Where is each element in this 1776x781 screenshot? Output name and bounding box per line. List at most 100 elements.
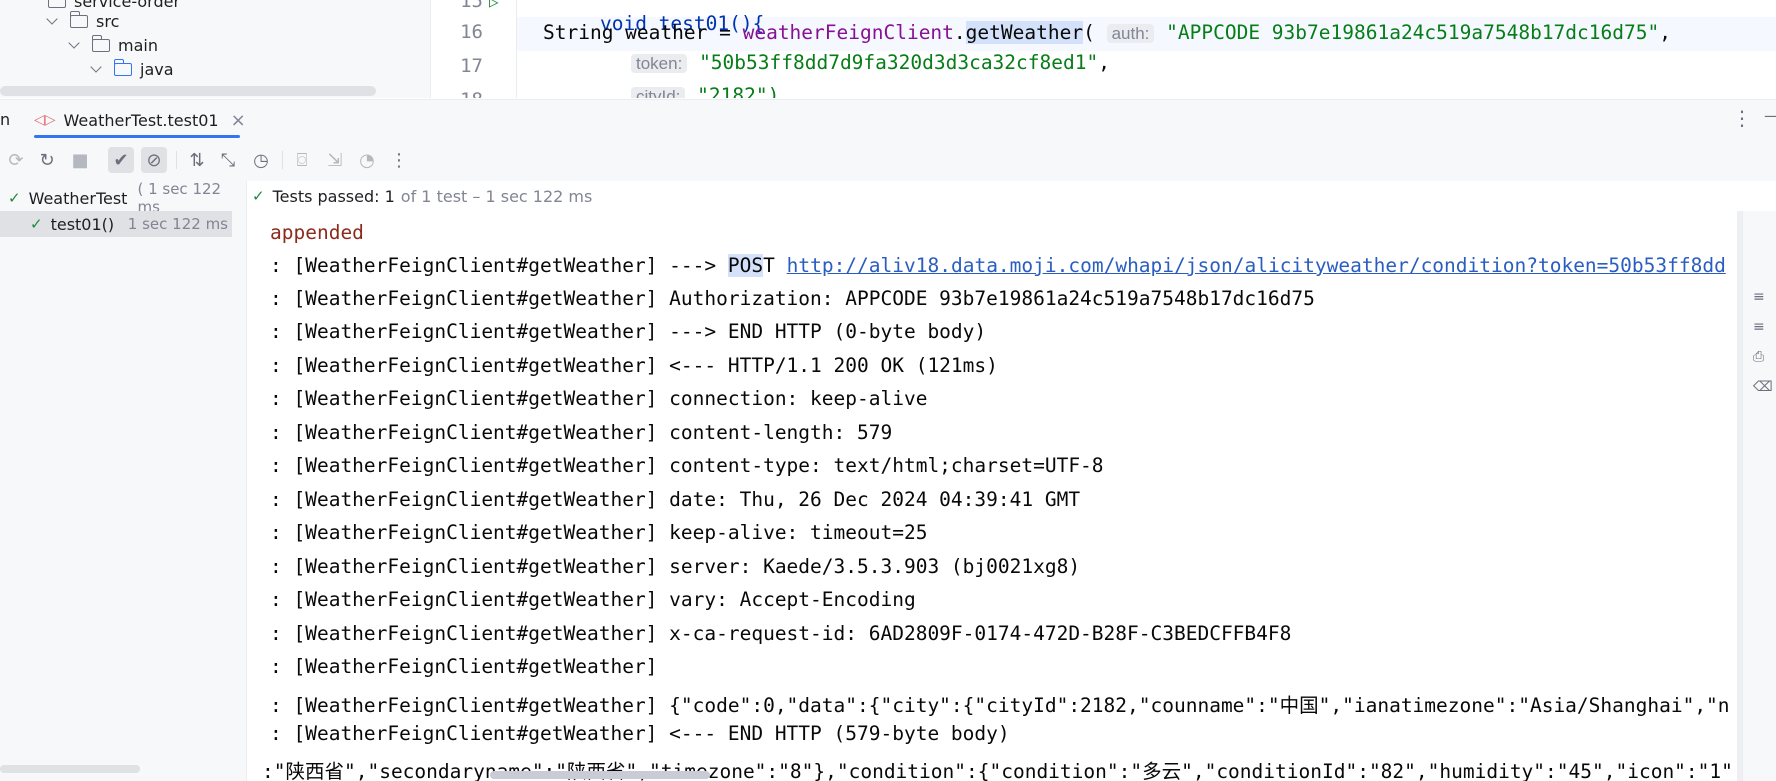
code-line-16: String weather = weatherFeignClient.getW… — [543, 21, 1671, 44]
search-highlight: POS — [727, 254, 764, 277]
test-results-tree: ✓ WeatherTest ( 1 sec 122 ms ✓ test01() … — [0, 180, 247, 781]
console-line: : [WeatherFeignClient#getWeather] server… — [270, 555, 1081, 578]
console-line: : [WeatherFeignClient#getWeather] vary: … — [270, 588, 916, 611]
string-literal: "2182") — [697, 84, 780, 98]
code-line-18: cityId: "2182") — [631, 84, 779, 98]
export-icon[interactable]: ⇲ — [322, 147, 348, 173]
console-line-partial: :"陕西省","secondaryname":"陕西省","timezone":… — [262, 760, 1733, 781]
console-line: : [WeatherFeignClient#getWeather] {"code… — [270, 694, 1730, 717]
test-tree-item-weathertest[interactable]: ✓ WeatherTest ( 1 sec 122 ms — [0, 180, 232, 216]
run-tool-window-header: n ◁▷ WeatherTest.test01 × ⋮ — — [0, 99, 1776, 140]
rerun-icon[interactable]: ⟳ — [3, 147, 29, 173]
test-config-icon: ◁▷ — [34, 112, 56, 128]
test-status-bar: ✓ Tests passed: 1 of 1 test – 1 sec 122 … — [252, 181, 592, 211]
tab-label: WeatherTest.test01 — [63, 110, 219, 130]
console-line: : [WeatherFeignClient#getWeather] conten… — [270, 421, 893, 444]
toolbar-separator — [176, 151, 177, 169]
status-summary: Tests passed: 1 — [272, 186, 395, 206]
parameter-hint: cityId: — [631, 87, 686, 98]
string-literal: "APPCODE 93b7e19861a24c519a7548b17dc16d7… — [1166, 21, 1660, 44]
test-name: WeatherTest — [28, 188, 128, 208]
source-folder-icon — [113, 58, 132, 76]
console-text: T — [763, 254, 775, 277]
test-name: test01() — [50, 214, 115, 234]
console-line: : [WeatherFeignClient#getWeather] <--- E… — [270, 722, 1010, 745]
passed-check-icon: ✓ — [30, 215, 43, 233]
tree-item-label: src — [96, 11, 120, 31]
status-detail: of 1 test – 1 sec 122 ms — [400, 186, 593, 206]
code-line-17: token: "50b53ff8dd7d9fa320d3d3ca32cf8ed1… — [631, 51, 1110, 74]
passed-check-icon: ✓ — [252, 187, 265, 205]
tab-weathertest-test01[interactable]: ◁▷ WeatherTest.test01 × — [34, 100, 246, 140]
console-line: : [WeatherFeignClient#getWeather] connec… — [270, 387, 928, 410]
tree-item-label: main — [118, 35, 158, 55]
console-text: : [WeatherFeignClient#getWeather] ---> — [270, 254, 728, 277]
chevron-down-icon[interactable] — [68, 36, 80, 49]
more-options-icon[interactable]: ⋮ — [1732, 106, 1752, 130]
active-tab-indicator — [34, 135, 240, 138]
test-tree-scrollbar[interactable] — [0, 765, 140, 773]
console-line: : [WeatherFeignClient#getWeather] — [270, 655, 658, 678]
string-literal: "50b53ff8dd7d9fa320d3d3ca32cf8ed1" — [699, 51, 1099, 74]
print-icon[interactable]: ⎙ — [1753, 349, 1764, 365]
scroll-to-end-icon[interactable]: ≡ — [1753, 289, 1765, 305]
tree-item-src[interactable]: src — [46, 8, 120, 34]
close-icon[interactable]: × — [231, 110, 246, 131]
test-tree-item-test01[interactable]: ✓ test01() 1 sec 122 ms — [0, 211, 232, 237]
show-ignored-icon[interactable]: ⊘ — [141, 147, 167, 173]
code-text: , — [1659, 21, 1671, 44]
test-duration: 1 sec 122 ms — [127, 215, 228, 233]
tree-horizontal-scrollbar[interactable] — [0, 86, 376, 96]
console-line: : [WeatherFeignClient#getWeather] <--- H… — [270, 354, 998, 377]
line-number: 18 — [443, 89, 483, 98]
history-icon[interactable]: ◷ — [248, 147, 274, 173]
line-number: 16 — [460, 21, 483, 43]
console-line-request: : [WeatherFeignClient#getWeather] ---> P… — [270, 254, 1726, 277]
sort-icon[interactable]: ⇅ — [184, 147, 210, 173]
console-line: appended — [270, 221, 364, 244]
console-line: : [WeatherFeignClient#getWeather] keep-a… — [270, 521, 928, 544]
console-side-toolbar: ≡ ≡ ⎙ ⌫ — [1742, 211, 1776, 781]
folder-icon — [48, 0, 66, 8]
tree-item-java[interactable]: java — [90, 56, 174, 82]
chevron-down-icon[interactable] — [46, 12, 58, 25]
soft-wrap-icon[interactable]: ≡ — [1753, 319, 1765, 335]
console-horizontal-scrollbar[interactable] — [490, 771, 710, 779]
parameter-hint: token: — [631, 54, 688, 73]
method-reference: getWeather — [965, 21, 1084, 44]
show-passed-icon[interactable]: ✔ — [108, 147, 134, 173]
minimize-icon[interactable]: — — [1764, 106, 1776, 125]
code-text: . — [953, 21, 966, 44]
gauge-icon[interactable]: ◔ — [354, 147, 380, 173]
test-toolbar: ⟳ ↻ ■ ✔ ⊘ ⇅ ⤡ ◷ ⌼ ⇲ ◔ ⋮ — [0, 139, 1776, 181]
field-reference: weatherFeignClient — [742, 21, 954, 44]
tree-item-main[interactable]: main — [68, 32, 158, 58]
tool-window-title: n — [0, 110, 11, 129]
code-text: , — [1098, 51, 1110, 74]
screenshot-icon[interactable]: ⌼ — [289, 147, 315, 173]
passed-check-icon: ✓ — [8, 189, 21, 207]
folder-icon — [91, 34, 110, 52]
code-editor[interactable]: 15 ▷ 16 17 18 void test01(){ String weat… — [430, 0, 1776, 98]
toolbar-separator — [282, 151, 283, 169]
console-line: : [WeatherFeignClient#getWeather] x-ca-r… — [270, 622, 1292, 645]
request-url-link[interactable]: http://aliv18.data.moji.com/whapi/json/a… — [787, 254, 1726, 277]
stop-icon[interactable]: ■ — [67, 147, 93, 173]
project-tree: service-order src main java — [0, 0, 430, 98]
console-line: : [WeatherFeignClient#getWeather] ---> E… — [270, 320, 987, 343]
collapse-icon[interactable]: ⤡ — [215, 147, 241, 173]
parameter-hint: auth: — [1106, 24, 1155, 43]
code-text: String weather = — [543, 21, 743, 44]
chevron-down-icon[interactable] — [90, 60, 102, 73]
clear-icon[interactable]: ⌫ — [1753, 379, 1773, 395]
tree-item-label: java — [140, 59, 174, 79]
more-icon[interactable]: ⋮ — [386, 147, 412, 173]
console-line: : [WeatherFeignClient#getWeather] Author… — [270, 287, 1315, 310]
line-number: 15 — [460, 0, 483, 12]
rerun-failed-icon[interactable]: ↻ — [34, 147, 60, 173]
folder-icon — [69, 10, 88, 28]
console-output[interactable]: appended : [WeatherFeignClient#getWeathe… — [247, 211, 1737, 781]
editor-gutter: 15 ▷ 16 17 18 — [431, 0, 517, 98]
run-gutter-icon[interactable]: ▷ — [489, 0, 499, 11]
console-line: : [WeatherFeignClient#getWeather] conten… — [270, 454, 1104, 477]
